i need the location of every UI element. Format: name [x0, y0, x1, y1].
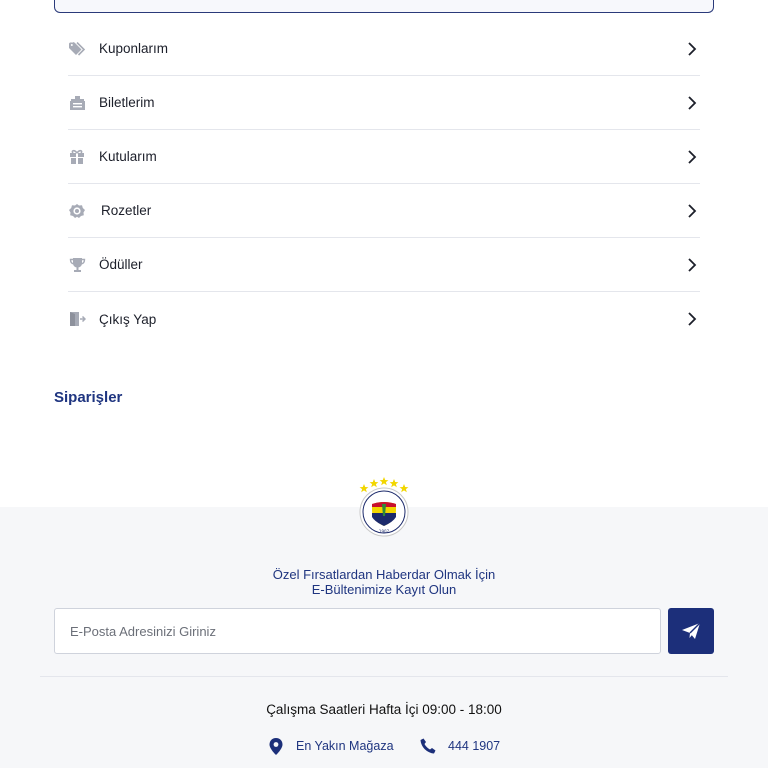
contact-links: En Yakın Mağaza 444 1907 — [0, 737, 768, 758]
menu-item-coupons[interactable]: Kuponlarım — [68, 22, 700, 76]
menu-item-badges[interactable]: Rozetler — [68, 184, 700, 238]
chevron-right-icon — [688, 41, 697, 56]
newsletter-text: Özel Fırsatlardan Haberdar Olmak İçin E-… — [0, 567, 768, 597]
menu-item-label: Ödüller — [99, 257, 143, 272]
menu-item-tickets[interactable]: Biletlerim — [68, 76, 700, 130]
subscribe-button[interactable] — [668, 608, 714, 654]
menu-item-boxes[interactable]: Kutularım — [68, 130, 700, 184]
menu-item-label: Kuponlarım — [99, 41, 169, 56]
chevron-right-icon — [688, 257, 697, 272]
badge-icon — [68, 202, 86, 220]
working-hours: Çalışma Saatleri Hafta İçi 09:00 - 18:00 — [266, 702, 502, 717]
menu-item-rewards[interactable]: Ödüller — [68, 238, 700, 292]
menu-item-logout[interactable]: Çıkış Yap — [68, 292, 700, 346]
logout-icon — [68, 310, 86, 328]
club-logo: 1907 — [356, 474, 412, 538]
menu-item-label: Biletlerim — [99, 95, 155, 110]
profile-card-bottom-edge — [54, 0, 714, 13]
chevron-right-icon — [688, 95, 697, 110]
nearest-store-label: En Yakın Mağaza — [296, 739, 394, 753]
footer-divider — [40, 676, 728, 677]
newsletter-line-1: Özel Fırsatlardan Haberdar Olmak İçin — [272, 567, 496, 582]
svg-text:1907: 1907 — [379, 529, 390, 534]
email-field[interactable] — [54, 608, 661, 654]
phone-icon — [420, 738, 436, 754]
phone-number: 444 1907 — [448, 739, 501, 753]
menu-item-label: Kutularım — [99, 149, 157, 164]
menu-item-label: Çıkış Yap — [99, 311, 157, 327]
gift-icon — [68, 148, 86, 166]
chevron-right-icon — [688, 149, 697, 164]
ticket-icon — [68, 94, 86, 112]
trophy-icon — [68, 256, 86, 274]
newsletter-line-2: E-Bültenimize Kayıt Olun — [311, 582, 457, 597]
orders-section-title[interactable]: Siparişler — [54, 389, 122, 406]
send-icon — [682, 622, 701, 639]
menu-item-label: Rozetler — [101, 203, 152, 218]
nearest-store-link[interactable]: En Yakın Mağaza — [268, 737, 394, 755]
chevron-right-icon — [688, 203, 697, 218]
location-pin-icon — [268, 737, 284, 755]
phone-link[interactable]: 444 1907 — [420, 738, 500, 754]
account-menu: Kuponlarım Biletlerim Kutularım Rozetler… — [68, 22, 700, 346]
tag-icon — [68, 40, 86, 58]
chevron-right-icon — [688, 312, 697, 326]
